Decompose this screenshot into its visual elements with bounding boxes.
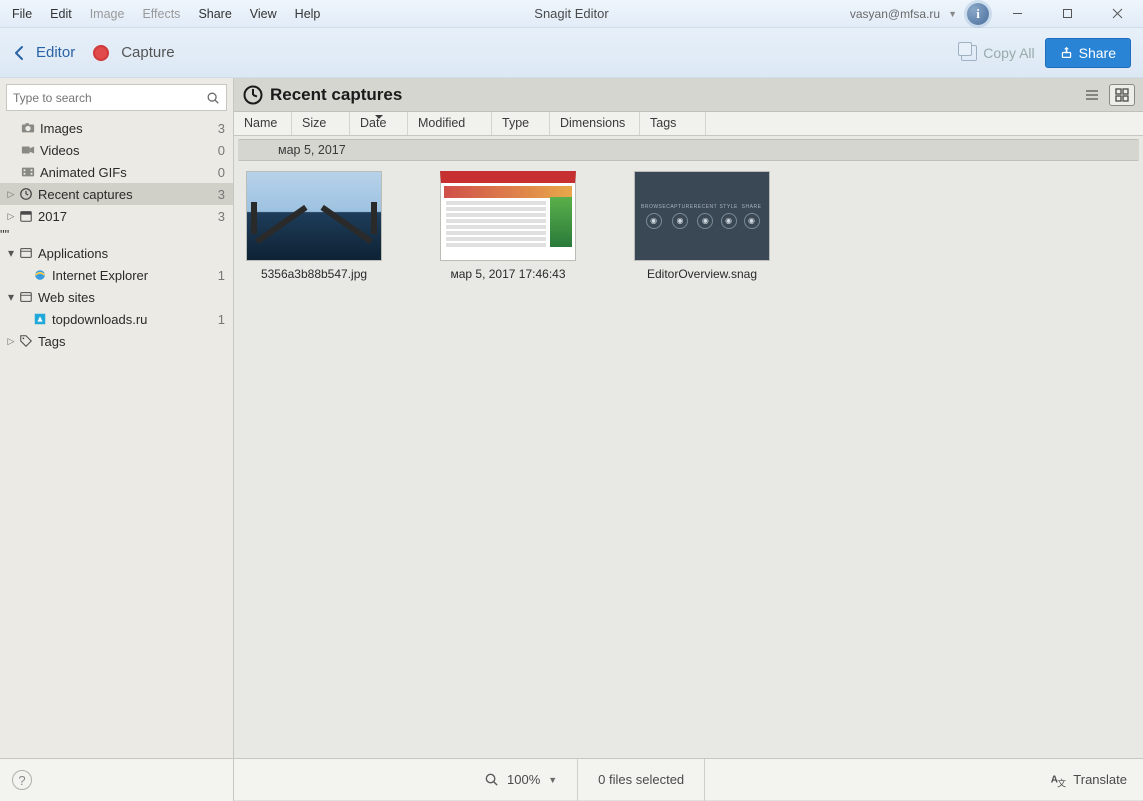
window-close-button[interactable] [1095,1,1139,27]
gif-icon [20,164,36,180]
site-icon [32,311,48,327]
translate-label: Translate [1073,772,1127,787]
menubar: File Edit Image Effects Share View Help [4,3,328,25]
zoom-level: 100% [507,772,540,787]
menu-edit[interactable]: Edit [42,3,80,25]
view-list-button[interactable] [1079,84,1105,106]
record-icon [93,45,109,61]
library-tree: Images 3 Videos 0 Animated GIFs 0 ▷ [0,115,233,354]
thumbnails: 5356a3b88b547.jpg мар 5, 2017 17:46:43 B… [234,161,1143,291]
window-icon [18,245,34,261]
translate-icon: A 文 [1049,771,1067,789]
tree-recent-captures[interactable]: ▷ Recent captures 3 [0,183,233,205]
col-modified[interactable]: Modified [408,112,492,135]
copy-icon [961,45,977,61]
col-date[interactable]: Date [350,112,408,135]
tree-tags[interactable]: ▷ Tags [0,330,233,352]
menu-effects: Effects [134,3,188,25]
col-name[interactable]: Name [234,112,292,135]
calendar-icon [18,208,34,224]
back-arrow-icon[interactable] [12,45,28,61]
col-tags[interactable]: Tags [640,112,706,135]
caret-down-icon[interactable]: ▾ [6,246,16,260]
chevron-down-icon: ▼ [548,775,557,785]
mode-capture-tab[interactable]: Capture [121,44,174,61]
thumb-item[interactable]: мар 5, 2017 17:46:43 [440,171,576,281]
clock-icon [242,84,264,106]
tree-topdownloads[interactable]: topdownloads.ru 1 [0,308,233,330]
translate-button[interactable]: A 文 Translate [1049,771,1143,789]
main-header: Recent captures [234,78,1143,112]
thumb-image [440,171,576,261]
tree-videos[interactable]: Videos 0 [0,139,233,161]
tree-applications[interactable]: ▾ Applications [0,242,233,264]
zoom-control[interactable]: 100% ▼ [464,772,577,787]
user-dropdown-icon[interactable]: ▼ [948,9,957,19]
menu-file[interactable]: File [4,3,40,25]
titlebar: File Edit Image Effects Share View Help … [0,0,1143,28]
col-size[interactable]: Size [292,112,350,135]
thumb-caption: EditorOverview.snag [647,267,757,281]
camera-icon [20,120,36,136]
menu-help[interactable]: Help [287,3,329,25]
info-icon[interactable]: i [967,3,989,25]
tree-ie[interactable]: Internet Explorer 1 [0,264,233,286]
share-icon [1060,46,1073,59]
caret-icon[interactable]: ▷ [6,189,16,200]
video-icon [20,142,36,158]
tree-websites[interactable]: ▾ Web sites [0,286,233,308]
thumb-caption: мар 5, 2017 17:46:43 [450,267,565,281]
clock-icon [18,186,34,202]
window-maximize-button[interactable] [1045,1,1089,27]
tree-year-2017[interactable]: ▷ 2017 3 [0,205,233,227]
thumb-caption: 5356a3b88b547.jpg [261,267,367,281]
selection-status: 0 files selected [578,772,704,787]
menu-view[interactable]: View [242,3,285,25]
view-grid-button[interactable] [1109,84,1135,106]
mode-editor-tab[interactable]: Editor [36,44,75,61]
share-button[interactable]: Share [1045,38,1131,68]
col-dimensions[interactable]: Dimensions [550,112,640,135]
ie-icon [32,267,48,283]
copy-all-label: Copy All [983,45,1034,61]
search-icon[interactable] [206,91,220,105]
svg-text:文: 文 [1057,777,1066,788]
user-email[interactable]: vasyan@mfsa.ru [850,7,942,21]
main-area: Recent captures Name Size Date Modified … [234,78,1143,758]
tag-icon [18,333,34,349]
thumb-image [246,171,382,261]
search-icon [484,772,499,787]
col-type[interactable]: Type [492,112,550,135]
group-date-header[interactable]: мар 5, 2017 [238,139,1139,161]
thumb-item[interactable]: BROWSE◉CAPTURE◉RECENT◉STYLE◉SHARE◉ Edito… [634,171,770,281]
share-label: Share [1079,45,1116,61]
tree-images[interactable]: Images 3 [0,117,233,139]
thumb-item[interactable]: 5356a3b88b547.jpg [246,171,382,281]
help-button[interactable]: ? [12,770,32,790]
globe-icon [18,289,34,305]
menu-share[interactable]: Share [190,3,239,25]
tree-gifs[interactable]: Animated GIFs 0 [0,161,233,183]
search-box[interactable] [6,84,227,111]
search-input[interactable] [13,91,206,105]
copy-all-button[interactable]: Copy All [961,45,1034,61]
statusbar: ? 100% ▼ 0 files selected A 文 Translate [0,758,1143,800]
caret-icon[interactable]: ▷ [6,336,16,347]
sidebar: Images 3 Videos 0 Animated GIFs 0 ▷ [0,78,234,758]
main-heading: Recent captures [270,85,402,105]
caret-icon[interactable]: ▷ [6,211,16,222]
window-minimize-button[interactable] [995,1,1039,27]
mode-switchbar: Editor Capture Copy All Share [0,28,1143,78]
column-headers: Name Size Date Modified Type Dimensions … [234,112,1143,136]
thumb-image: BROWSE◉CAPTURE◉RECENT◉STYLE◉SHARE◉ [634,171,770,261]
caret-down-icon[interactable]: ▾ [6,290,16,304]
menu-image: Image [82,3,133,25]
